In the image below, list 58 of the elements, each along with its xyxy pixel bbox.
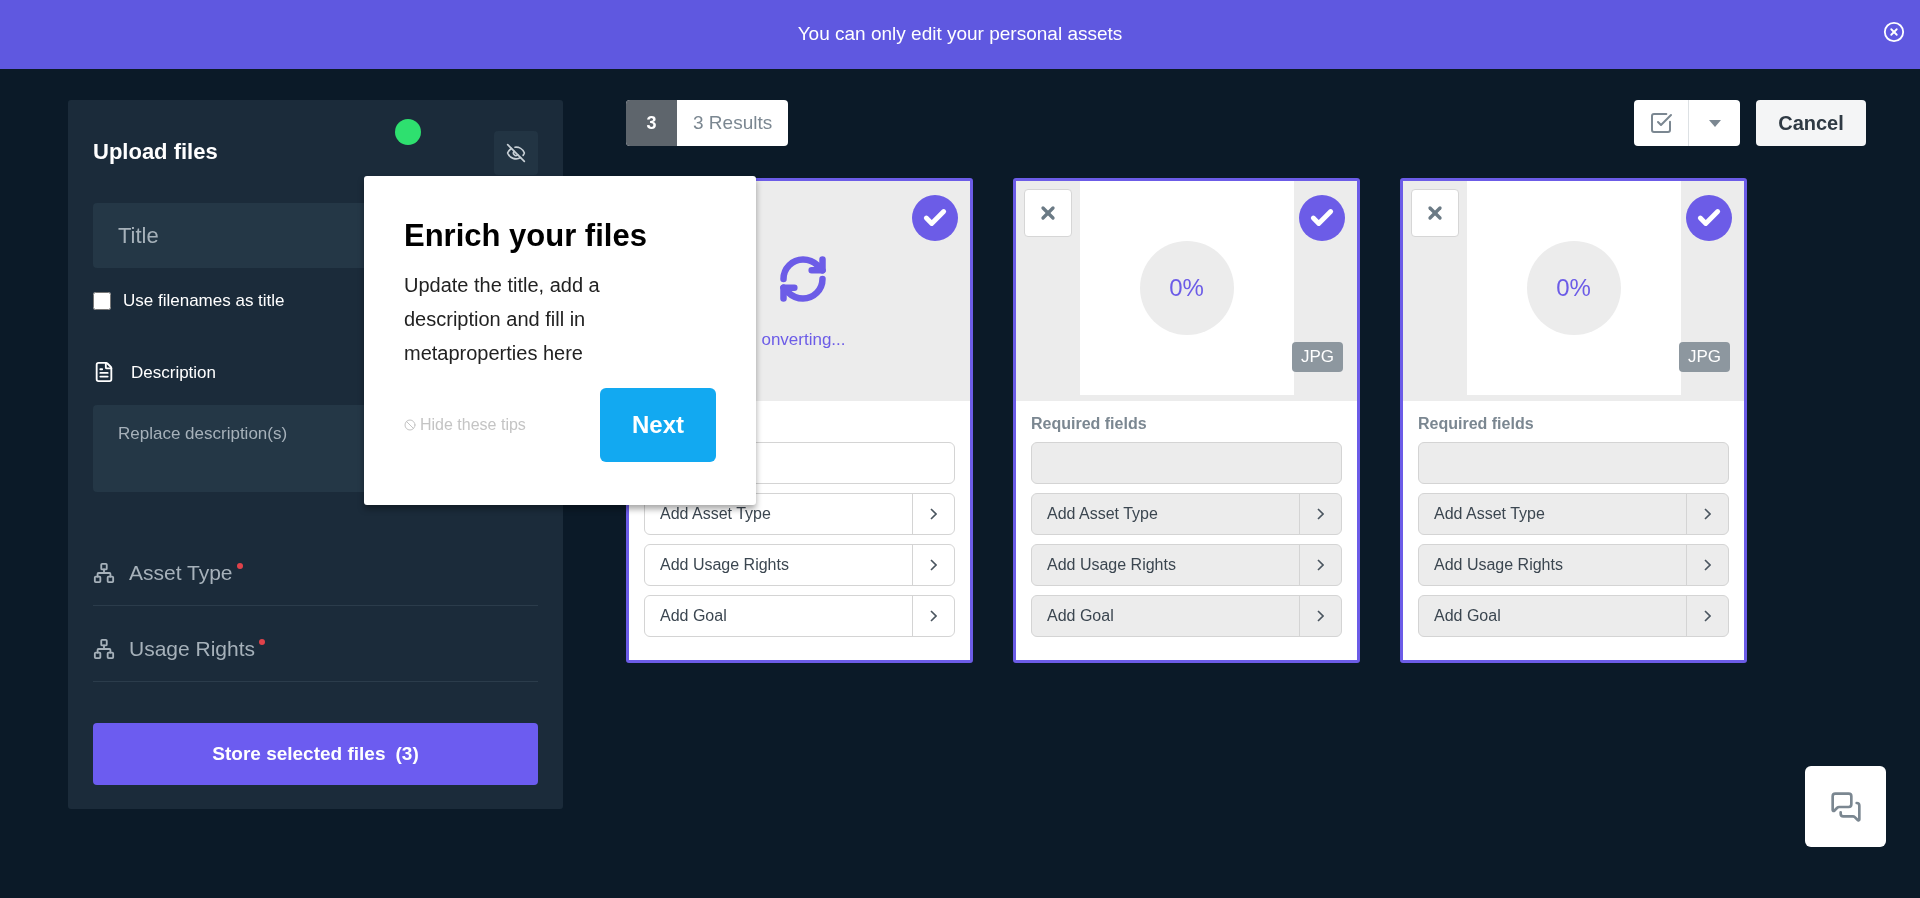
add-metaproperty-button[interactable]: Add Usage Rights [1418, 544, 1729, 586]
chevron-icon [1317, 559, 1324, 571]
add-metaproperty-button[interactable]: Add Goal [1031, 595, 1342, 637]
required-fields-label: Required fields [1418, 414, 1535, 434]
eye-slash-icon [506, 143, 526, 163]
chevron-icon [1704, 559, 1711, 571]
file-type-badge: JPG [1678, 342, 1730, 372]
add-metaproperty-button[interactable]: Add Goal [1418, 595, 1729, 637]
banner-message: You can only edit your personal assets [797, 22, 1123, 47]
chevron-icon [1317, 508, 1324, 520]
store-button[interactable]: Store selected files (3) [93, 723, 538, 785]
select-checkmark[interactable] [1299, 195, 1345, 241]
chevron-icon [930, 508, 937, 520]
chat-button[interactable] [1805, 766, 1886, 847]
document-icon [93, 361, 115, 384]
chevron-icon [930, 559, 937, 571]
add-metaproperty-button[interactable]: Add Usage Rights [1031, 544, 1342, 586]
tip-body: Update the title, add a description and fill in metaproperties here [404, 273, 601, 366]
hide-button[interactable] [494, 131, 538, 175]
add-metaproperty-button[interactable]: Add Asset Type [644, 493, 955, 535]
metaproperty-label: Asset Type [129, 559, 233, 586]
select-checkmark[interactable] [912, 195, 958, 241]
use-filenames-checkbox[interactable] [93, 291, 111, 310]
required-fields-label: Required fields [1031, 414, 1148, 434]
close-button[interactable] [1882, 20, 1906, 44]
checkbox-icon [1649, 111, 1673, 135]
asset-card[interactable]: 0% JPG Required fields Add Asset Type Add Usage Rights Add Goal [1013, 178, 1360, 663]
hierarchy-icon [93, 561, 115, 584]
remove-button[interactable] [1411, 189, 1459, 237]
description-label: Description [131, 361, 217, 384]
close-icon [1038, 203, 1058, 223]
metaproperty-label: Usage Rights [129, 635, 256, 662]
title-field[interactable] [1031, 442, 1342, 484]
chevron-icon [1317, 610, 1324, 622]
close-icon [1425, 203, 1445, 223]
chevron-icon [1704, 508, 1711, 520]
hierarchy-icon [93, 637, 115, 660]
remove-button[interactable] [1024, 189, 1072, 237]
close-icon [1883, 21, 1905, 43]
title-field[interactable] [1418, 442, 1729, 484]
chevron-icon [930, 610, 937, 622]
chat-icon [1829, 790, 1862, 823]
add-metaproperty-button[interactable]: Add Asset Type [1031, 493, 1342, 535]
cancel-button[interactable]: Cancel [1756, 100, 1866, 146]
selected-count: 3 [626, 100, 677, 146]
chevron-icon [1704, 610, 1711, 622]
add-metaproperty-button[interactable]: Add Asset Type [1418, 493, 1729, 535]
caret-icon [1708, 119, 1721, 127]
checkbox-label: Use filenames as title [123, 290, 285, 312]
results-label: 3 Results [692, 110, 774, 135]
file-type-badge: JPG [1291, 342, 1343, 372]
ban-icon [404, 419, 416, 431]
add-metaproperty-button[interactable]: Add Goal [644, 595, 955, 637]
panel-title: Upload files [93, 138, 218, 166]
asset-card[interactable]: 0% JPG Required fields Add Asset Type Add Usage Rights Add Goal [1400, 178, 1747, 663]
add-metaproperty-button[interactable]: Add Usage Rights [644, 544, 955, 586]
select-checkmark[interactable] [1686, 195, 1732, 241]
converting-status: onverting... [761, 329, 846, 351]
